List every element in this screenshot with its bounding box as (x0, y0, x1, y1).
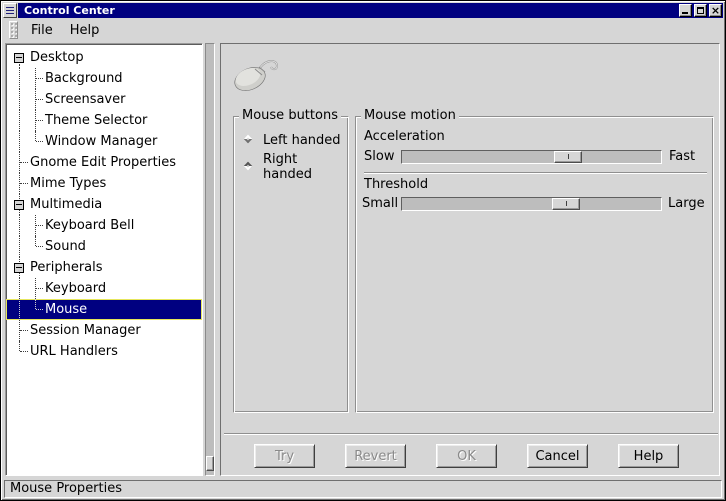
tree-item-mouse[interactable]: Mouse (6, 299, 202, 320)
window-menu-icon (6, 7, 14, 16)
tree-item-url-handlers[interactable]: URL Handlers (6, 341, 202, 362)
tree-item-label: Gnome Edit Properties (30, 152, 176, 173)
menu-help[interactable]: Help (64, 21, 106, 40)
cancel-button[interactable]: Cancel (527, 444, 588, 468)
action-area-separator (224, 433, 718, 435)
tree-scrollbar-thumb[interactable] (206, 456, 214, 471)
capplet-pane: Mouse buttons Left handed Right handed M… (220, 43, 720, 476)
titlebar: Control Center × (3, 3, 723, 18)
maximize-button[interactable] (694, 4, 707, 17)
window-menu-button[interactable] (3, 3, 17, 18)
close-icon: × (710, 4, 721, 17)
minimize-button[interactable] (679, 4, 692, 17)
tree-item-label: Mouse (45, 299, 87, 320)
motion-separator (364, 172, 707, 174)
tree-item-screensaver[interactable]: Screensaver (6, 89, 202, 110)
tree-item-label: Keyboard (45, 278, 106, 299)
ok-button: OK (436, 444, 497, 468)
tree-item-sound[interactable]: Sound (6, 236, 202, 257)
threshold-slider[interactable] (401, 197, 662, 211)
tree-item-label: Mime Types (30, 173, 106, 194)
tree-item-label: Window Manager (45, 131, 157, 152)
tree-item-window-manager[interactable]: Window Manager (6, 131, 202, 152)
minimize-icon (682, 12, 688, 14)
maximize-icon (697, 7, 704, 14)
mouse-buttons-frame-title: Mouse buttons (239, 108, 341, 123)
tree-item-label: Keyboard Bell (45, 215, 134, 236)
radio-icon (242, 160, 257, 175)
control-tree[interactable]: DesktopBackgroundScreensaverTheme Select… (5, 43, 203, 476)
threshold-max-label: Large (668, 196, 705, 211)
threshold-slider-handle[interactable] (552, 198, 580, 210)
tree-item-background[interactable]: Background (6, 68, 202, 89)
tree-item-keyboard-bell[interactable]: Keyboard Bell (6, 215, 202, 236)
acceleration-max-label: Fast (669, 149, 695, 164)
close-button[interactable]: × (709, 4, 722, 17)
tree-item-peripherals[interactable]: Peripherals (6, 257, 202, 278)
tree-item-keyboard[interactable]: Keyboard (6, 278, 202, 299)
tree-item-desktop[interactable]: Desktop (6, 47, 202, 68)
tree-item-theme-selector[interactable]: Theme Selector (6, 110, 202, 131)
radio-left-handed-label: Left handed (263, 133, 341, 148)
tree-item-label: Sound (45, 236, 86, 257)
try-button: Try (254, 444, 315, 468)
tree-scrollbar[interactable] (205, 43, 215, 476)
tree-item-label: Session Manager (30, 320, 141, 341)
menu-file[interactable]: File (25, 21, 59, 40)
tree-item-session-manager[interactable]: Session Manager (6, 320, 202, 341)
menubar-drag-handle-icon[interactable] (9, 21, 18, 39)
titlebar-bar[interactable]: Control Center × (18, 3, 723, 18)
revert-button: Revert (345, 444, 406, 468)
statusbar: Mouse Properties (4, 480, 722, 498)
tree-item-label: Multimedia (30, 194, 102, 215)
radio-right-handed[interactable]: Right handed (242, 158, 348, 176)
acceleration-slider[interactable] (401, 150, 662, 164)
tree-expander-icon[interactable] (14, 53, 24, 63)
mouse-motion-frame-title: Mouse motion (361, 108, 459, 123)
tree-item-gnome-edit-properties[interactable]: Gnome Edit Properties (6, 152, 202, 173)
threshold-label: Threshold (364, 177, 428, 192)
acceleration-slider-handle[interactable] (554, 151, 582, 163)
tree-item-multimedia[interactable]: Multimedia (6, 194, 202, 215)
tree-item-label: Background (45, 68, 123, 89)
acceleration-min-label: Slow (364, 149, 394, 164)
radio-left-handed[interactable]: Left handed (242, 131, 341, 149)
help-button[interactable]: Help (618, 444, 679, 468)
tree-item-label: Desktop (30, 47, 84, 68)
window-title: Control Center (24, 4, 115, 17)
acceleration-label: Acceleration (364, 129, 445, 144)
mouse-image (231, 56, 283, 94)
tree-item-label: Screensaver (45, 89, 125, 110)
radio-icon (242, 133, 257, 148)
tree-item-label: Peripherals (30, 257, 103, 278)
statusbar-text: Mouse Properties (10, 481, 122, 496)
tree-expander-icon[interactable] (14, 200, 24, 210)
mouse-buttons-frame: Mouse buttons Left handed Right handed (233, 116, 349, 413)
mouse-motion-frame: Mouse motion Acceleration Slow Fast Thre… (355, 116, 714, 413)
tree-item-label: Theme Selector (45, 110, 147, 131)
threshold-min-label: Small (362, 196, 398, 211)
menubar: File Help (3, 19, 723, 41)
radio-right-handed-label: Right handed (263, 152, 348, 182)
tree-item-label: URL Handlers (30, 341, 118, 362)
tree-item-mime-types[interactable]: Mime Types (6, 173, 202, 194)
control-center-window: Control Center × File Help DesktopBackgr… (0, 0, 726, 501)
tree-expander-icon[interactable] (14, 263, 24, 273)
